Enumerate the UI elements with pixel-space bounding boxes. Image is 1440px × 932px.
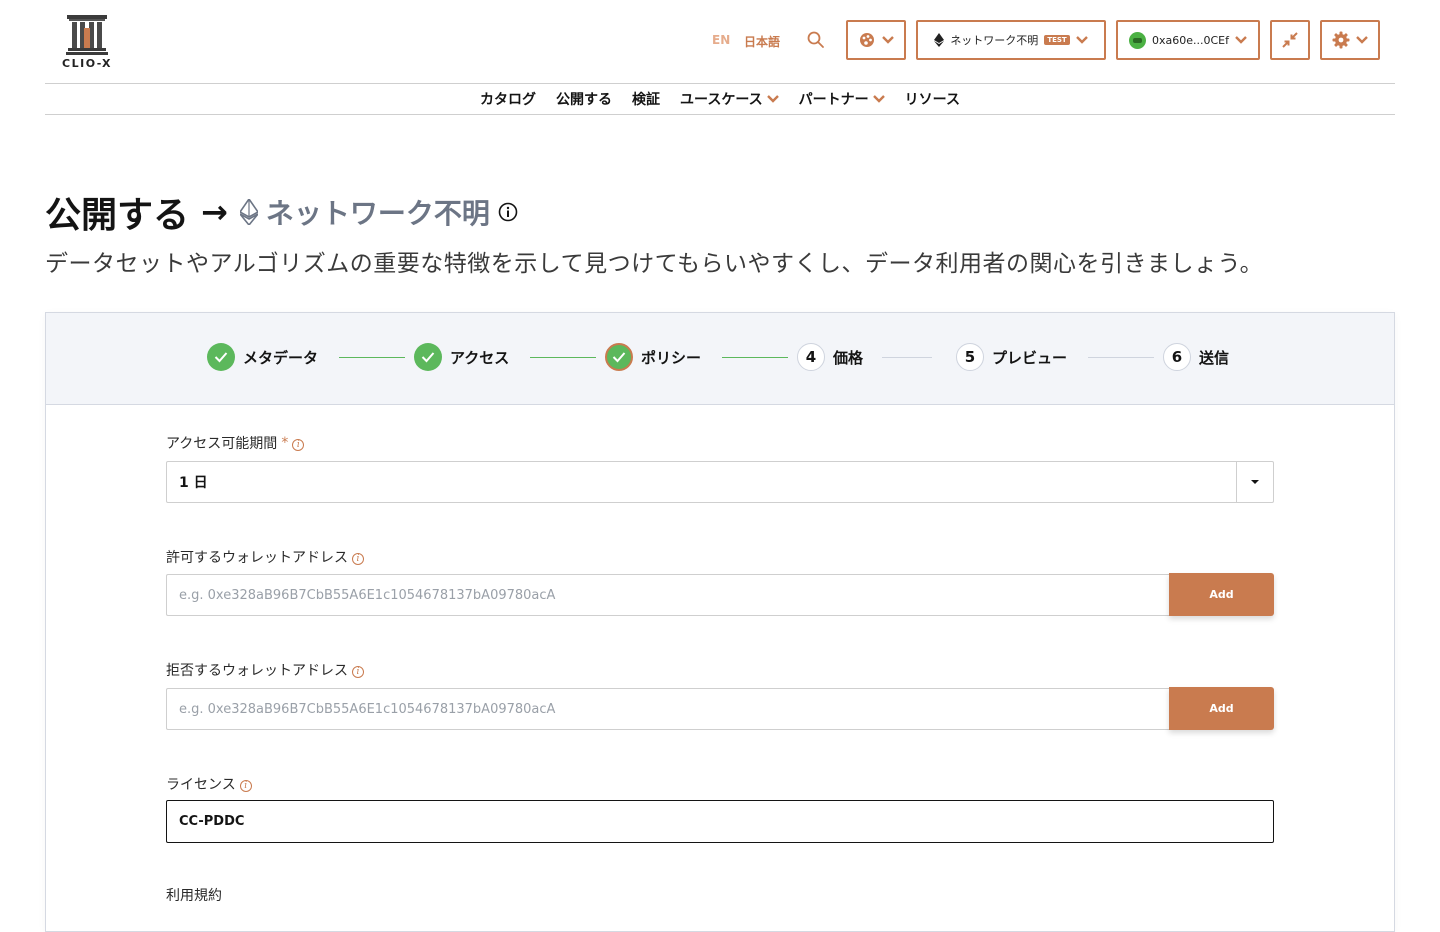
timeout-value: 1 日 <box>179 475 208 491</box>
step-connector <box>530 357 596 358</box>
chevron-down-icon <box>1356 36 1368 44</box>
nav-partners[interactable]: パートナー <box>799 89 885 109</box>
step-label: ポリシー <box>641 348 702 367</box>
select-arrow[interactable] <box>1236 462 1273 502</box>
nav-publish[interactable]: 公開する <box>556 89 612 109</box>
step-label: プレビュー <box>992 348 1068 367</box>
allow-label-text: 許可するウォレットアドレス <box>166 550 348 566</box>
temple-logo-icon <box>66 15 108 55</box>
license-label-text: ライセンス <box>166 777 236 793</box>
step-connector <box>882 357 932 358</box>
chevron-down-icon <box>766 95 779 103</box>
info-icon[interactable]: i <box>352 553 364 565</box>
network-label: ネットワーク不明 <box>950 34 1039 47</box>
ethereum-icon <box>239 199 258 225</box>
info-icon[interactable]: i <box>239 780 252 792</box>
step-connector <box>1088 357 1154 358</box>
style-menu-button[interactable] <box>846 20 906 60</box>
wallet-button[interactable]: 0xa60e...0CEf <box>1116 20 1260 60</box>
terms-label-text: 利用規約 <box>166 888 222 904</box>
search-icon <box>807 31 824 48</box>
allow-address-input[interactable] <box>166 574 1170 616</box>
timeout-label-text: アクセス可能期間 <box>166 436 278 452</box>
info-icon[interactable]: i <box>352 666 364 678</box>
lang-ja-link[interactable]: 日本語 <box>744 33 780 50</box>
palette-icon <box>860 33 874 47</box>
wallet-address: 0xa60e...0CEf <box>1151 33 1229 47</box>
required-mark: * <box>281 435 289 451</box>
main-nav: カタログ 公開する 検証 ユースケース パートナー リソース <box>0 84 1440 114</box>
step-number: 4 <box>797 343 825 371</box>
step-check-icon <box>207 343 235 371</box>
allow-label: 許可するウォレットアドレス i <box>166 547 364 567</box>
title-arrow: → <box>201 193 228 231</box>
steps-progress: メタデータ アクセス ポリシー 4 価格 5 プレビュー 6 送信 <box>46 313 1394 405</box>
step-metadata[interactable]: メタデータ <box>207 343 318 371</box>
nav-usecases-label: ユースケース <box>680 92 763 108</box>
license-input[interactable] <box>166 800 1274 843</box>
title-network-label: ネットワーク不明 <box>265 197 490 230</box>
lang-en-link[interactable]: EN <box>712 33 730 47</box>
wallet-avatar <box>1128 31 1146 49</box>
info-icon[interactable]: i <box>292 439 305 451</box>
license-label: ライセンス i <box>166 774 252 794</box>
step-check-icon <box>605 343 633 371</box>
logo-text: CLIO-X <box>62 57 112 70</box>
nav-resources[interactable]: リソース <box>905 89 960 109</box>
step-label: 送信 <box>1199 348 1230 367</box>
clio-x-logo[interactable]: CLIO-X <box>60 14 114 70</box>
nav-verify[interactable]: 検証 <box>632 89 660 109</box>
nav-catalog[interactable]: カタログ <box>480 89 536 109</box>
network-selector[interactable]: ネットワーク不明 TEST <box>916 20 1106 60</box>
compress-arrows-icon <box>1282 32 1298 48</box>
ethereum-icon <box>934 33 945 47</box>
chevron-down-icon <box>1075 36 1088 44</box>
step-connector <box>722 357 788 358</box>
step-number: 6 <box>1163 343 1191 371</box>
step-label: 価格 <box>833 348 864 367</box>
caret-down-icon <box>1251 480 1259 484</box>
title-network: ネットワーク不明 <box>239 192 518 232</box>
terms-label: 利用規約 <box>166 885 222 905</box>
step-number: 5 <box>956 343 984 371</box>
step-connector <box>339 357 405 358</box>
step-access[interactable]: アクセス <box>414 343 509 371</box>
page-title: 公開する → ネットワーク不明 <box>45 186 518 238</box>
deny-add-button[interactable]: Add <box>1169 687 1274 730</box>
step-preview[interactable]: 5 プレビュー <box>956 343 1067 371</box>
timeout-label: アクセス可能期間 * i <box>166 433 305 453</box>
deny-label-text: 拒否するウォレットアドレス <box>166 663 348 679</box>
search-button[interactable] <box>806 30 828 52</box>
deny-label: 拒否するウォレットアドレス i <box>166 660 364 680</box>
page-title-text: 公開する <box>45 195 190 236</box>
step-policy[interactable]: ポリシー <box>605 343 701 371</box>
nav-divider <box>45 114 1395 115</box>
deny-address-input[interactable] <box>166 688 1170 730</box>
page-subtitle: データセットやアルゴリズムの重要な特徴を示して見つけてもらいやすくし、データ利用… <box>45 251 1264 277</box>
allow-add-button[interactable]: Add <box>1169 573 1274 616</box>
chevron-down-icon <box>882 36 894 44</box>
nav-partners-label: パートナー <box>798 92 869 108</box>
gear-icon <box>1332 31 1350 49</box>
info-icon[interactable] <box>498 202 518 222</box>
step-label: メタデータ <box>243 348 319 367</box>
chevron-down-icon <box>1235 36 1247 44</box>
step-pricing[interactable]: 4 価格 <box>797 343 863 371</box>
test-badge: TEST <box>1044 35 1070 45</box>
publish-form-card: メタデータ アクセス ポリシー 4 価格 5 プレビュー 6 送信 アクセス可能… <box>45 312 1395 932</box>
chevron-down-icon <box>872 95 885 103</box>
step-submit[interactable]: 6 送信 <box>1163 343 1229 371</box>
step-check-icon <box>414 343 442 371</box>
nav-usecases[interactable]: ユースケース <box>680 89 779 109</box>
settings-button[interactable] <box>1320 20 1380 60</box>
collapse-button[interactable] <box>1270 20 1310 60</box>
step-label: アクセス <box>450 348 510 367</box>
timeout-select[interactable]: 1 日 <box>166 461 1274 503</box>
